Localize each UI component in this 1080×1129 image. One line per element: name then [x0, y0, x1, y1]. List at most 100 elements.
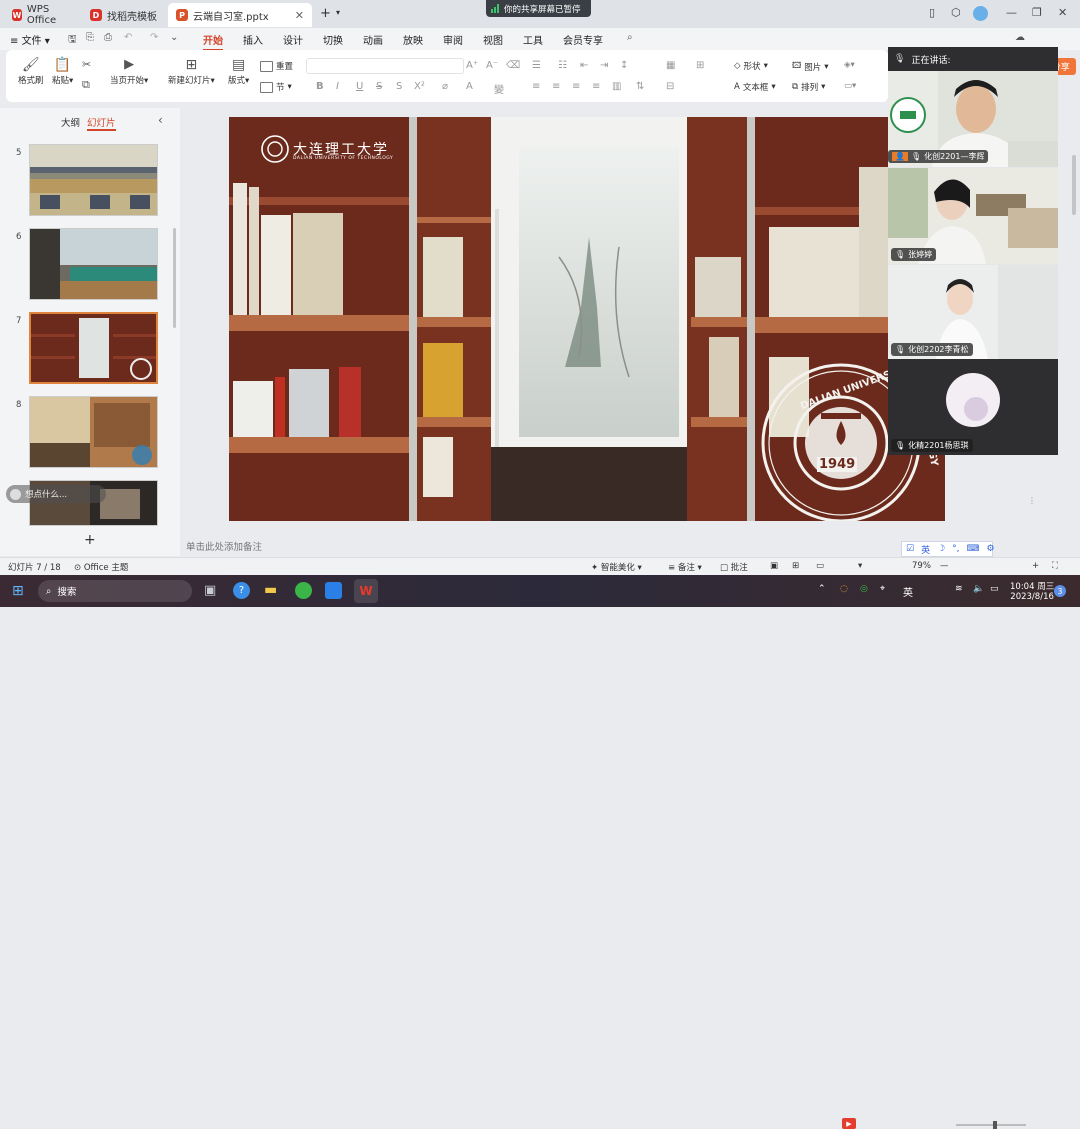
slide-thumbnail-7-selected[interactable]: [29, 312, 158, 384]
video-tile-participant-4[interactable]: 🎙 化精2201杨思琪: [888, 359, 1058, 455]
notes-placeholder[interactable]: 单击此处添加备注: [186, 539, 262, 553]
slide-canvas[interactable]: 大连理工大学 DALIAN UNIVERSITY OF TECHNOLOGY 1…: [229, 117, 945, 521]
task-view-icon[interactable]: ▣: [204, 583, 216, 598]
layout-icon[interactable]: ▯: [929, 6, 935, 19]
text-align-icon[interactable]: ⊟: [666, 81, 674, 92]
shape-button[interactable]: ◇ 形状 ▾: [734, 60, 768, 72]
battery-icon[interactable]: ▭: [990, 584, 999, 594]
collapse-pane-icon[interactable]: ‹: [158, 113, 163, 127]
close-tab-icon[interactable]: ✕: [295, 9, 304, 22]
highlight-icon[interactable]: ⌀: [442, 81, 448, 92]
menu-slideshow[interactable]: 放映: [403, 32, 423, 47]
strikethrough-icon[interactable]: S: [376, 81, 382, 92]
menu-design[interactable]: 设计: [283, 32, 303, 47]
wps-taskbar-icon[interactable]: W: [354, 579, 378, 603]
underline-icon[interactable]: U: [356, 81, 363, 92]
zoom-out-icon[interactable]: —: [940, 561, 949, 571]
tray-chevron-icon[interactable]: ⌃: [818, 584, 826, 594]
ime-toolbar[interactable]: ☑ 英 ☽ °, ⌨ ⚙: [901, 541, 995, 557]
italic-icon[interactable]: I: [336, 81, 339, 92]
picture-button[interactable]: 🖾 图片 ▾: [792, 60, 829, 74]
justify-icon[interactable]: ≡: [592, 81, 600, 92]
bullets-icon[interactable]: ☰: [532, 60, 541, 71]
clear-format-icon[interactable]: ⌫: [506, 60, 520, 71]
slide-thumbnail-8[interactable]: [29, 396, 158, 468]
slide-thumbnail-5[interactable]: [29, 144, 158, 216]
save-icon[interactable]: 🖫: [68, 32, 77, 49]
reading-view-icon[interactable]: ▭: [816, 561, 824, 571]
scroll-arrows-icon[interactable]: ⋮: [1028, 496, 1036, 505]
tray-app-3-icon[interactable]: ⌖: [880, 584, 885, 594]
file-menu[interactable]: ≡ 文件 ▾: [10, 32, 50, 47]
input-language[interactable]: 英: [903, 584, 913, 599]
tab-docer-templates[interactable]: D 找稻壳模板: [82, 3, 166, 27]
tab-pptx-document[interactable]: P 云端自习室.pptx ✕: [168, 3, 312, 27]
normal-view-icon[interactable]: ▣: [770, 561, 778, 571]
menu-member[interactable]: 会员专享: [563, 32, 603, 47]
menu-transition[interactable]: 切换: [323, 32, 343, 47]
line-spacing-icon[interactable]: ↕: [620, 60, 628, 71]
theme-button[interactable]: ⊙ Office 主题: [74, 561, 128, 573]
taskbar-search-box[interactable]: ⌕ 搜索: [38, 580, 192, 602]
menu-animation[interactable]: 动画: [363, 32, 383, 47]
menu-home[interactable]: 开始: [203, 32, 223, 51]
smartart-icon[interactable]: ⊞: [696, 60, 704, 71]
volume-icon[interactable]: 🔈: [973, 584, 984, 594]
slide-scrollbar[interactable]: [1072, 155, 1076, 215]
more-chevron-icon[interactable]: ⌄: [170, 32, 178, 43]
new-tab-plus-icon[interactable]: +: [320, 6, 331, 21]
menu-review[interactable]: 审阅: [443, 32, 463, 47]
meeting-app-icon[interactable]: [325, 582, 342, 599]
minimize-icon[interactable]: —: [1006, 6, 1017, 19]
browser-icon[interactable]: [295, 582, 312, 599]
add-slide-plus-icon[interactable]: +: [84, 532, 96, 548]
format-painter-button[interactable]: 🖌 格式刷: [18, 56, 44, 86]
align-right-icon[interactable]: ≡: [572, 81, 580, 92]
close-window-icon[interactable]: ✕: [1058, 6, 1067, 19]
menu-tools[interactable]: 工具: [523, 32, 543, 47]
textbox-button[interactable]: A 文本框 ▾: [734, 81, 776, 93]
play-from-current-button[interactable]: ▶ 当页开始▾: [110, 56, 148, 86]
layout-button[interactable]: ▤ 版式▾: [228, 56, 249, 86]
superscript-icon[interactable]: X²: [414, 81, 425, 92]
redo-icon[interactable]: ↷: [150, 32, 158, 43]
phonetic-icon[interactable]: 變: [494, 81, 504, 96]
bold-icon[interactable]: B: [316, 81, 324, 92]
tray-app-1-icon[interactable]: ◌: [840, 584, 848, 594]
font-family-select[interactable]: [306, 58, 464, 74]
restore-icon[interactable]: ❐: [1032, 6, 1042, 19]
font-shrink-icon[interactable]: A⁻: [486, 60, 498, 71]
wifi-icon[interactable]: ≋: [955, 584, 963, 594]
cloud-icon[interactable]: ☁: [1015, 32, 1025, 43]
cube-icon[interactable]: ⬡: [951, 6, 961, 19]
thumbnail-scrollbar[interactable]: [173, 228, 176, 328]
zoom-in-icon[interactable]: +: [1032, 561, 1039, 571]
font-grow-icon[interactable]: A⁺: [466, 60, 478, 71]
tab-wps-office[interactable]: W WPS Office: [4, 3, 80, 27]
search-icon[interactable]: ⌕: [627, 32, 633, 43]
screen-share-paused-banner[interactable]: 你的共享屏幕已暂停: [486, 0, 591, 17]
taskbar-clock[interactable]: 10:04 周三 2023/8/16: [1010, 580, 1054, 602]
cut-icon[interactable]: ✂: [82, 58, 91, 71]
format-icon[interactable]: ⎘: [86, 32, 94, 43]
shadow-text-icon[interactable]: S: [396, 81, 402, 92]
zoom-slider[interactable]: [956, 1124, 1026, 1126]
menu-view[interactable]: 视图: [483, 32, 503, 47]
font-color-icon[interactable]: A: [466, 81, 473, 92]
sorter-view-icon[interactable]: ⊞: [792, 561, 799, 571]
notes-button[interactable]: ≡ 备注 ▾: [668, 561, 702, 573]
user-avatar[interactable]: [973, 6, 988, 21]
text-direction-icon[interactable]: ⇅: [636, 81, 644, 92]
numbering-icon[interactable]: ☷: [558, 60, 567, 71]
help-icon[interactable]: ?: [233, 582, 250, 599]
ai-assistant-input[interactable]: 想点什么...: [6, 485, 106, 503]
file-explorer-icon[interactable]: ▬: [264, 582, 277, 598]
paste-button[interactable]: 📋 粘贴▾: [52, 56, 73, 86]
align-left-icon[interactable]: ≡: [532, 81, 540, 92]
tray-app-2-icon[interactable]: ◎: [860, 584, 868, 594]
notification-badge[interactable]: 3: [1054, 585, 1066, 597]
copy-icon[interactable]: ⧉: [82, 78, 90, 92]
new-slide-button[interactable]: ⊞ 新建幻灯片▾: [168, 56, 215, 86]
windows-start-icon[interactable]: ⊞: [12, 583, 24, 599]
indent-decrease-icon[interactable]: ⇤: [580, 60, 588, 71]
